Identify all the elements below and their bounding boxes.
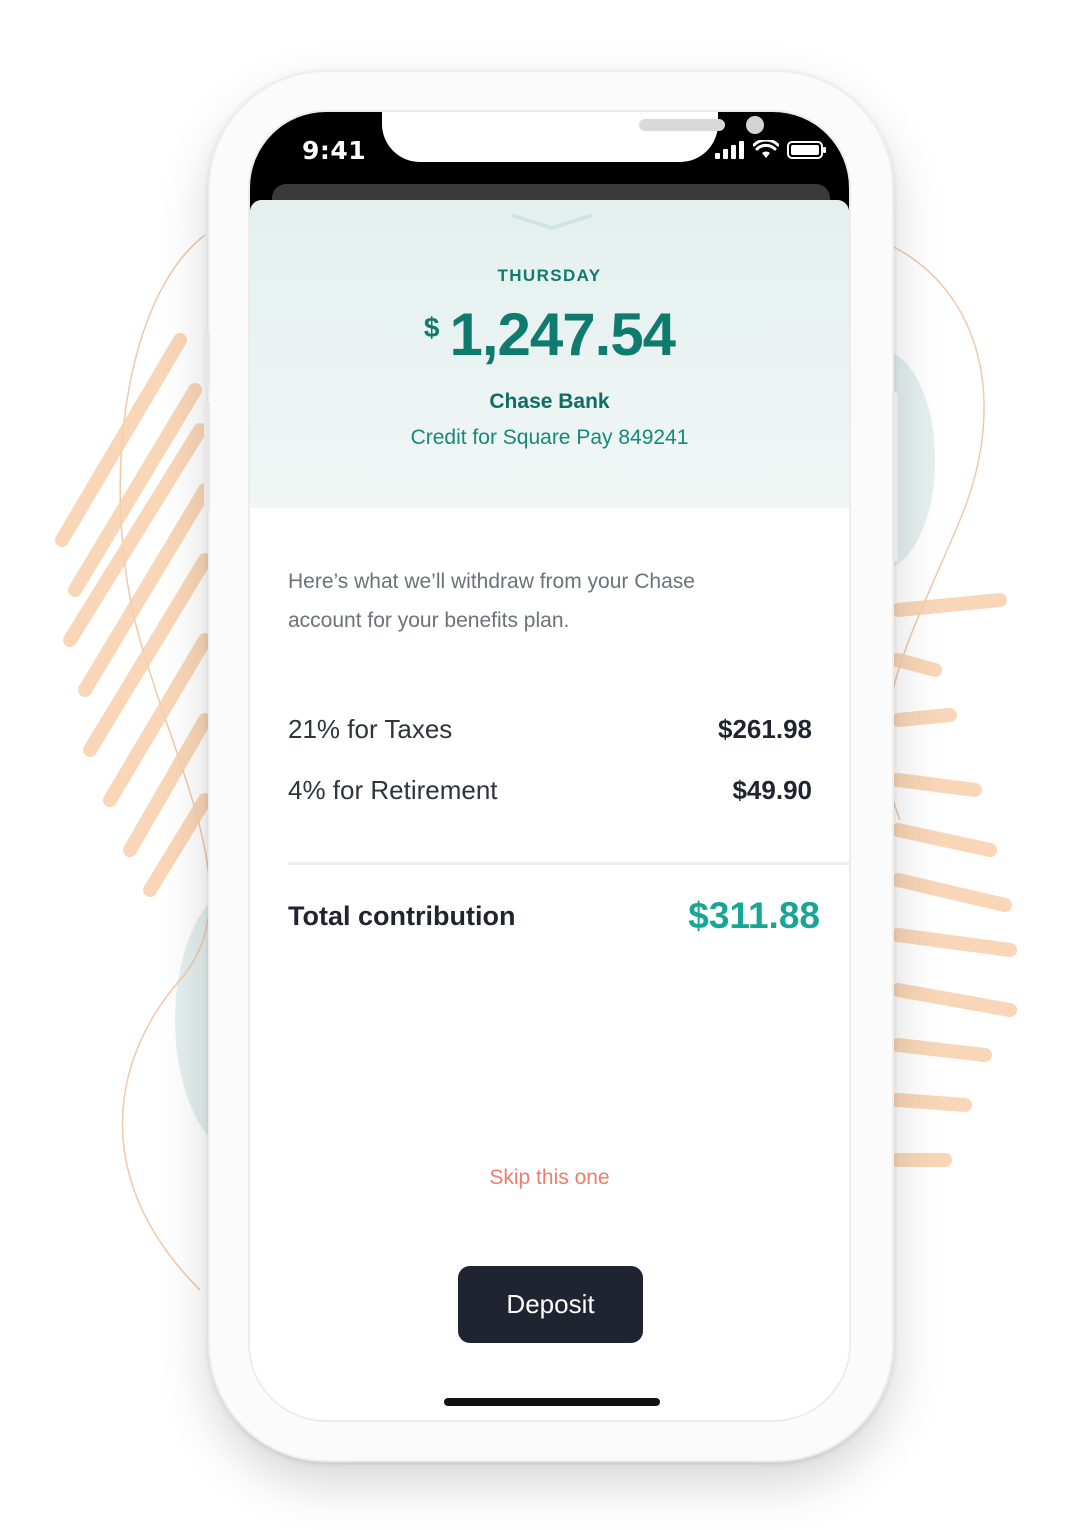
divider xyxy=(288,862,849,865)
camera xyxy=(746,116,764,134)
withdraw-description: Here’s what we’ll withdraw from your Cha… xyxy=(288,570,695,632)
bank-name: Chase Bank xyxy=(489,390,610,413)
deposit-sheet: THURSDAY $ 1,247.54 Chase Bank Credit fo… xyxy=(250,200,849,1420)
status-time: 9:41 xyxy=(302,136,367,165)
total-value: $311.88 xyxy=(688,895,820,936)
status-icons xyxy=(715,140,827,160)
notch xyxy=(382,112,764,162)
amount-value: 1,247.54 xyxy=(449,301,677,368)
chevron-down-icon[interactable] xyxy=(512,212,592,232)
cellular-signal-icon xyxy=(715,141,744,159)
sheet-header: THURSDAY $ 1,247.54 Chase Bank Credit fo… xyxy=(250,200,849,508)
total-label: Total contribution xyxy=(288,900,516,931)
volume-down-button xyxy=(204,402,210,512)
currency-symbol: $ xyxy=(423,312,440,343)
line-item-label: 4% for Retirement xyxy=(288,775,498,805)
wifi-icon xyxy=(753,140,779,158)
line-item-value: $49.90 xyxy=(732,775,812,805)
deposit-day: THURSDAY xyxy=(497,266,602,285)
line-item-retirement: 4% for Retirement $49.90 xyxy=(288,775,812,806)
battery-icon xyxy=(787,141,826,159)
phone-screen: 9:41 THURSDAY $ 1,247.54 Chase Bank Cred… xyxy=(248,110,851,1422)
total-row: Total contribution $311.88 xyxy=(288,895,820,937)
volume-up-button xyxy=(204,332,210,386)
line-item-value: $261.98 xyxy=(718,714,812,744)
power-button xyxy=(892,392,898,562)
line-item-label: 21% for Taxes xyxy=(288,714,453,744)
deposit-button[interactable]: Deposit xyxy=(458,1266,643,1343)
deposit-amount: $ 1,247.54 xyxy=(250,300,849,369)
home-indicator[interactable] xyxy=(444,1398,660,1406)
transaction-reference: Credit for Square Pay 849241 xyxy=(410,426,689,449)
skip-link[interactable]: Skip this one xyxy=(250,1166,849,1190)
line-item-taxes: 21% for Taxes $261.98 xyxy=(288,714,812,745)
speaker xyxy=(639,119,725,131)
